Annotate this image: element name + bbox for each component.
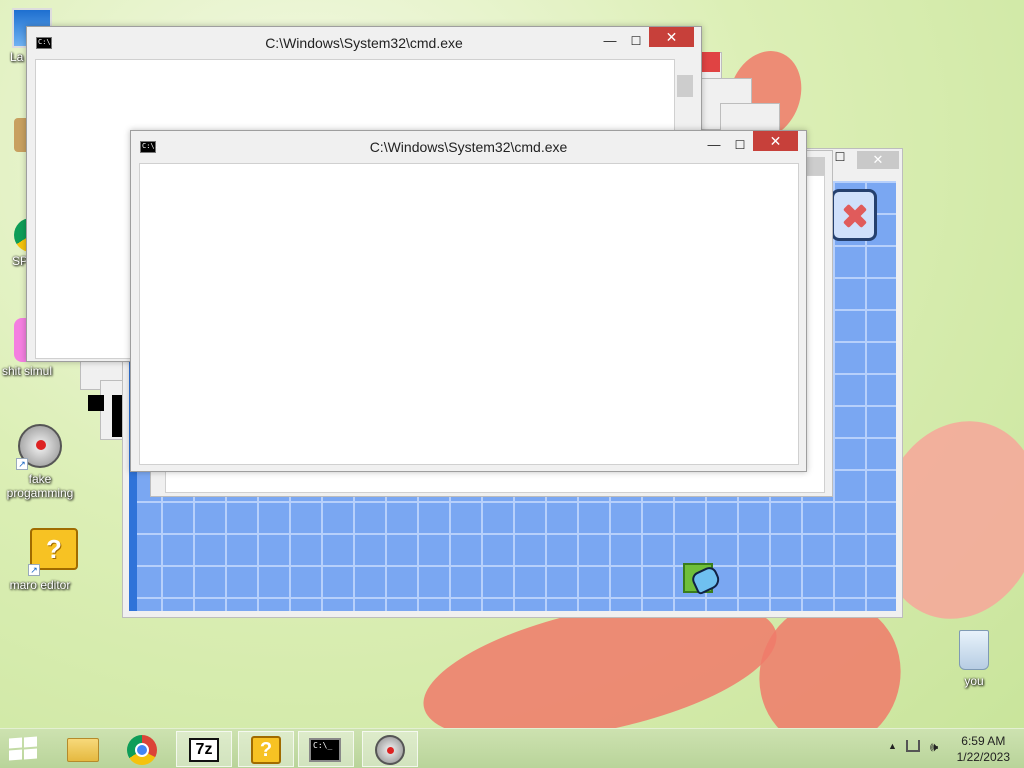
clock-time: 6:59 AM — [961, 734, 1006, 748]
cmd-titlebar[interactable]: C:\. C:\Windows\System32\cmd.exe — ☐ ✕ — [131, 131, 806, 161]
cmd-window-front[interactable]: C:\. C:\Windows\System32\cmd.exe — ☐ ✕ — [130, 130, 807, 472]
cmd-icon: C:\_ — [309, 738, 341, 762]
clock-date: 1/22/2023 — [956, 750, 1010, 764]
question-mark: ? — [259, 739, 273, 761]
ghost-window — [720, 103, 780, 133]
cmd-icon-text: C:\_ — [313, 741, 333, 750]
windows-logo-pane — [24, 748, 37, 760]
minimize-button[interactable]: — — [701, 137, 727, 157]
ghost-close — [702, 52, 720, 72]
start-button[interactable] — [9, 736, 39, 761]
recycle-bin-icon — [959, 630, 989, 670]
minimize-button[interactable]: — — [597, 33, 623, 53]
scrollbar-thumb[interactable] — [677, 75, 693, 97]
cmd-console-area[interactable] — [139, 163, 799, 465]
desktop-icon-maro-editor[interactable]: ? ↗ maro editor — [2, 528, 78, 592]
windows-logo-pane — [9, 749, 22, 761]
system-tray: ▲ 🕪 6:59 AM 1/22/2023 — [864, 729, 1024, 768]
windows-logo-icon — [9, 737, 22, 749]
game-close-button[interactable]: ✕ — [857, 151, 899, 169]
shortcut-arrow-icon: ↗ — [28, 564, 40, 576]
desktop-icon-label: you — [964, 674, 984, 688]
taskbar-maro-editor[interactable]: ? — [238, 731, 294, 767]
compass-app-icon: ↗ — [16, 422, 64, 470]
desktop-icon-label: fake progamming — [6, 472, 74, 500]
close-button[interactable]: ✕ — [753, 131, 798, 151]
desktop-icon-label: shit simul — [2, 364, 53, 378]
taskbar-cmd[interactable]: C:\_ — [298, 731, 354, 767]
question-block-icon: ? ↗ — [16, 528, 78, 576]
taskbar-7zip[interactable]: 7z — [176, 731, 232, 767]
cmd-titlebar[interactable]: C:\. C:\Windows\System32\cmd.exe — ☐ ✕ — [27, 27, 701, 57]
taskbar-file-explorer[interactable] — [54, 731, 110, 767]
7z-icon-text: 7z — [195, 741, 213, 758]
desktop-icon-recycle-bin[interactable]: you — [936, 630, 1012, 688]
clock[interactable]: 6:59 AM 1/22/2023 — [957, 733, 1010, 765]
7z-icon: 7z — [189, 738, 219, 762]
desktop-icon-label: maro editor — [9, 578, 71, 592]
windows-logo-pane — [24, 736, 37, 748]
taskbar: 7z ? C:\_ ▲ 🕪 6:59 AM 1/22/2023 — [0, 728, 1024, 768]
taskbar-fake-programming[interactable] — [362, 731, 418, 767]
maximize-button[interactable]: ☐ — [727, 137, 753, 157]
taskbar-chrome[interactable] — [114, 731, 170, 767]
maximize-button[interactable]: ☐ — [623, 33, 649, 53]
question-block-icon: ? — [251, 736, 281, 764]
folder-icon — [67, 738, 99, 762]
desktop-icon-fake-progamming[interactable]: ↗ fake progamming — [2, 422, 78, 500]
shortcut-arrow-icon: ↗ — [16, 458, 28, 470]
volume-icon[interactable]: 🕪 — [930, 739, 938, 755]
show-hidden-icons-icon[interactable]: ▲ — [888, 741, 897, 751]
game-close-x-icon[interactable] — [831, 189, 877, 241]
ghost-artifact — [88, 395, 104, 411]
network-icon[interactable] — [906, 740, 920, 752]
close-button[interactable]: ✕ — [649, 27, 694, 47]
chrome-icon — [127, 735, 157, 765]
compass-app-icon — [375, 735, 405, 765]
